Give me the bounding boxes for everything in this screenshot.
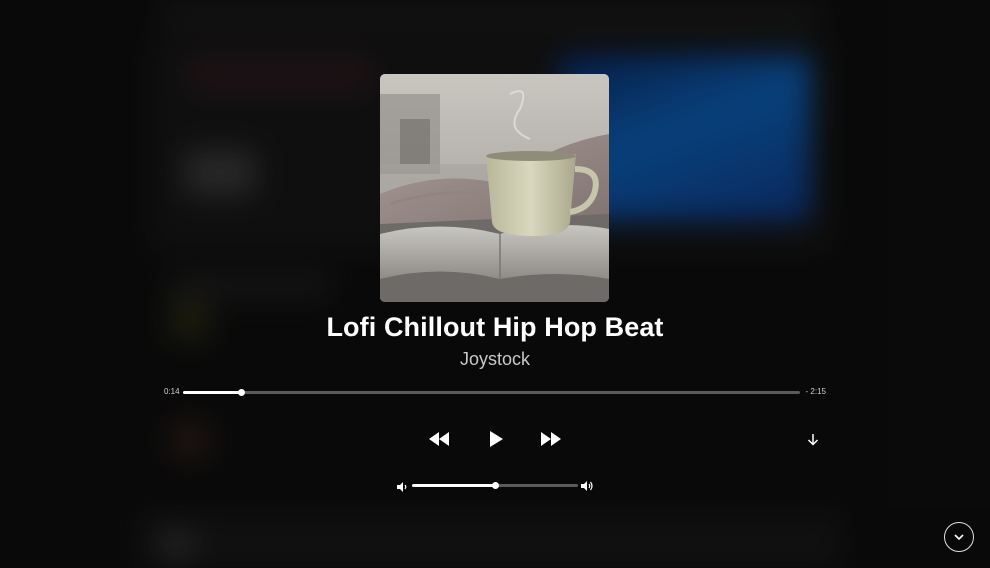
download-button[interactable] [804, 430, 822, 448]
time-remaining: - 2:15 [805, 387, 826, 396]
progress-fill [183, 391, 242, 394]
volume-handle[interactable] [491, 482, 499, 489]
volume-low-button[interactable] [396, 480, 408, 492]
volume-slider[interactable] [412, 482, 578, 489]
chevron-down-icon [954, 534, 964, 540]
collapse-player-button[interactable] [944, 522, 974, 552]
play-button[interactable] [484, 427, 508, 451]
album-art [380, 74, 609, 302]
download-arrow-icon [807, 433, 819, 446]
artist-name[interactable]: Joystock [0, 349, 990, 370]
song-title: Lofi Chillout Hip Hop Beat [326, 312, 664, 342]
volume-fill [412, 484, 495, 487]
volume-low-icon [397, 482, 407, 492]
volume-high-button[interactable] [580, 479, 594, 493]
coffee-cup-on-book-image [380, 74, 609, 302]
fast-forward-button[interactable] [538, 429, 564, 449]
rewind-icon [429, 432, 449, 446]
fast-forward-icon [541, 432, 561, 446]
time-elapsed: 0:14 [164, 387, 180, 396]
progress-bar[interactable] [183, 389, 800, 396]
play-icon [490, 431, 503, 447]
rewind-button[interactable] [426, 429, 452, 449]
volume-high-icon [581, 481, 593, 491]
